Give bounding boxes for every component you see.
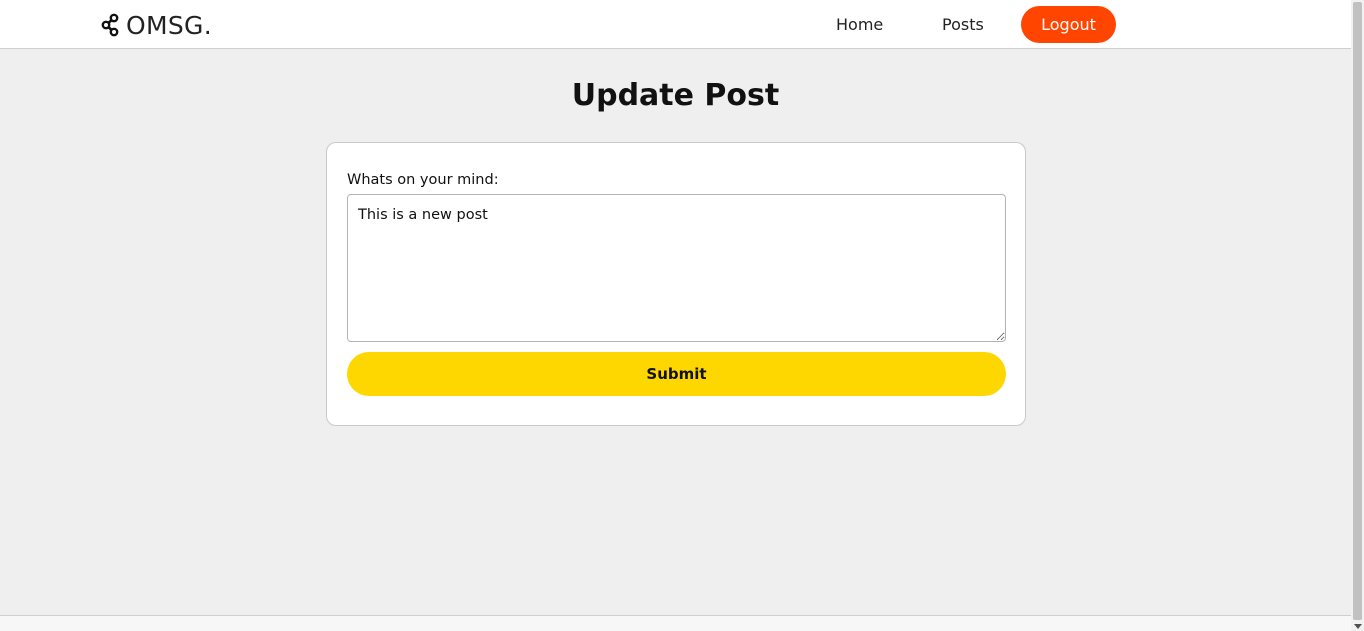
vertical-scrollbar[interactable] bbox=[1351, 0, 1364, 631]
scroll-down-arrow-icon[interactable] bbox=[1354, 624, 1362, 629]
brand-logo[interactable]: OMSG. bbox=[100, 8, 212, 42]
navbar: OMSG. Home Posts Logout bbox=[0, 0, 1351, 49]
logout-button[interactable]: Logout bbox=[1021, 6, 1116, 43]
nav-posts-link[interactable]: Posts bbox=[942, 15, 984, 34]
post-field-label: Whats on your mind: bbox=[347, 172, 499, 188]
footer-bar bbox=[0, 615, 1351, 631]
page-title: Update Post bbox=[571, 78, 780, 113]
brand-name: OMSG. bbox=[126, 10, 212, 40]
scrollbar-thumb[interactable] bbox=[1353, 2, 1362, 620]
nav-home-link[interactable]: Home bbox=[836, 15, 883, 34]
update-post-form: Whats on your mind: This is a new post S… bbox=[326, 142, 1026, 426]
share-nodes-icon bbox=[101, 13, 119, 37]
post-textarea[interactable]: This is a new post bbox=[347, 194, 1006, 342]
submit-button[interactable]: Submit bbox=[347, 352, 1006, 396]
